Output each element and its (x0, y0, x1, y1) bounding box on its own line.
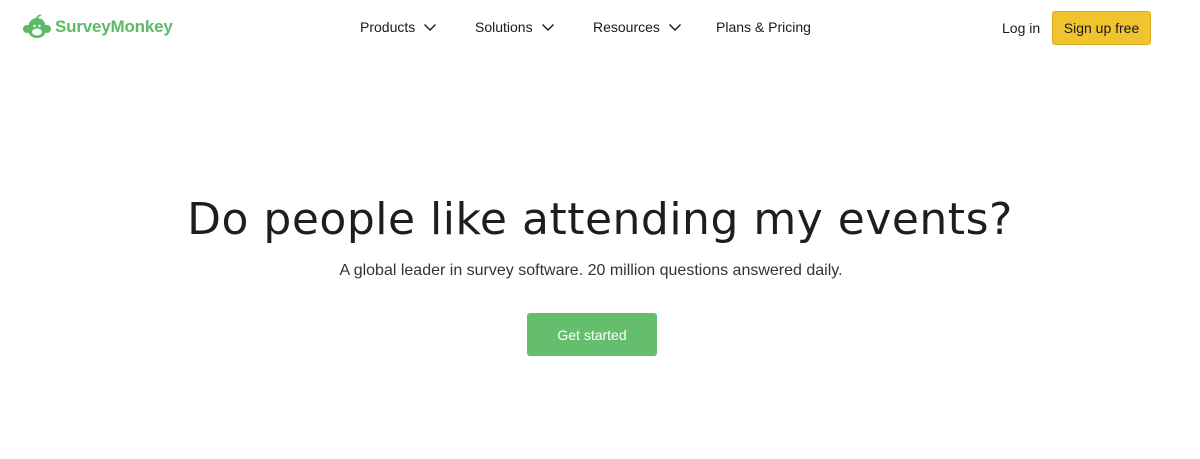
site-header: SurveyMonkey Products Solutions Resource… (0, 0, 1200, 56)
surveymonkey-logo-icon (22, 14, 52, 40)
hero-subtitle: A global leader in survey software. 20 m… (339, 262, 843, 279)
login-link[interactable]: Log in (1002, 17, 1040, 39)
chevron-down-icon (424, 24, 437, 31)
nav-solutions[interactable]: Solutions (475, 15, 555, 39)
nav-products[interactable]: Products (360, 15, 437, 39)
page: SurveyMonkey Products Solutions Resource… (0, 0, 1200, 459)
nav-products-label: Products (360, 19, 416, 35)
logo-wordmark: SurveyMonkey (55, 17, 173, 36)
nav-resources[interactable]: Resources (593, 15, 682, 39)
chevron-down-icon (668, 24, 681, 31)
get-started-button[interactable]: Get started (527, 313, 657, 356)
chevron-down-icon (541, 24, 554, 31)
nav-plans-pricing-label: Plans & Pricing (716, 19, 811, 35)
nav-resources-label: Resources (593, 19, 660, 35)
nav-solutions-label: Solutions (475, 19, 533, 35)
signup-button[interactable]: Sign up free (1052, 11, 1151, 45)
nav-plans-pricing[interactable]: Plans & Pricing (716, 15, 811, 39)
hero-title: Do people like attending my events? (187, 194, 1013, 245)
logo-link[interactable]: SurveyMonkey (22, 14, 173, 40)
